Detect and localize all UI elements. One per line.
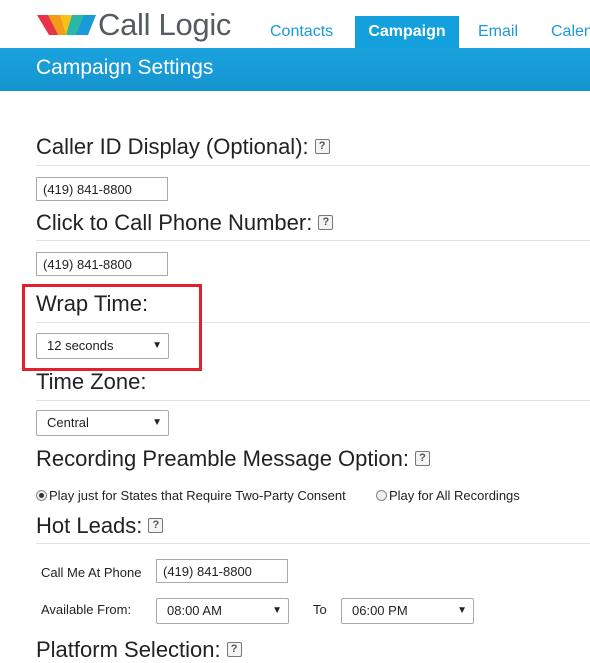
recording-preamble-heading: Recording Preamble Message Option:? [36, 446, 430, 472]
to-label: To [313, 602, 327, 617]
logo-text: Call Logic [98, 7, 232, 42]
click-to-call-input[interactable] [36, 252, 168, 276]
radio-button[interactable] [36, 490, 47, 501]
help-icon[interactable]: ? [148, 517, 164, 533]
available-to-value: 06:00 PM [352, 603, 408, 618]
caller-id-heading: Caller ID Display (Optional):? [36, 134, 330, 160]
page-title: Campaign Settings [36, 56, 214, 79]
radio-label: Play for All Recordings [389, 488, 520, 503]
time-zone-heading: Time Zone: [36, 369, 147, 394]
tab-campaign[interactable]: Campaign [355, 16, 459, 48]
top-bar: Call Logic Contacts Campaign Email Calen… [0, 0, 590, 48]
help-icon[interactable]: ? [226, 641, 242, 657]
dropdown-arrow-icon: ▼ [152, 417, 162, 428]
divider [36, 400, 590, 401]
available-from-label: Available From: [41, 602, 132, 617]
recording-preamble-label: Recording Preamble Message Option: [36, 446, 409, 471]
tab-email[interactable]: Email [478, 16, 518, 48]
caller-id-label: Caller ID Display (Optional): [36, 134, 309, 159]
divider [36, 322, 590, 323]
time-zone-select[interactable]: Central ▼ [36, 410, 169, 436]
dropdown-arrow-icon: ▼ [152, 340, 162, 351]
available-from-select[interactable]: 08:00 AM ▼ [156, 598, 289, 624]
platform-selection-label: Platform Selection: [36, 637, 221, 662]
time-zone-value: Central [47, 415, 89, 430]
help-icon[interactable]: ? [314, 138, 330, 154]
divider [36, 240, 590, 241]
available-to-select[interactable]: 06:00 PM ▼ [341, 598, 474, 624]
call-me-label: Call Me At Phone [41, 565, 142, 580]
platform-selection-heading: Platform Selection:? [36, 637, 242, 663]
radio-all-recordings[interactable]: Play for All Recordings [376, 488, 520, 503]
click-to-call-heading: Click to Call Phone Number:? [36, 210, 334, 236]
divider [36, 543, 590, 544]
call-me-phone-input[interactable] [156, 559, 288, 583]
hot-leads-heading: Hot Leads:? [36, 513, 164, 539]
wrap-time-value: 12 seconds [47, 338, 114, 353]
help-icon[interactable]: ? [318, 214, 334, 230]
help-icon[interactable]: ? [414, 450, 430, 466]
radio-button[interactable] [376, 490, 387, 501]
radio-two-party-consent[interactable]: Play just for States that Require Two-Pa… [36, 488, 346, 503]
divider [36, 165, 590, 166]
logo[interactable]: Call Logic [36, 8, 231, 42]
dropdown-arrow-icon: ▼ [457, 605, 467, 616]
click-to-call-label: Click to Call Phone Number: [36, 210, 313, 235]
caller-id-input[interactable] [36, 177, 168, 201]
tab-calendar[interactable]: Calendar [551, 16, 590, 48]
logo-icon [37, 15, 96, 35]
tab-contacts[interactable]: Contacts [270, 16, 333, 48]
radio-label: Play just for States that Require Two-Pa… [49, 488, 346, 503]
dropdown-arrow-icon: ▼ [272, 605, 282, 616]
page-header-bar: Campaign Settings [0, 48, 590, 91]
available-from-value: 08:00 AM [167, 603, 222, 618]
hot-leads-label: Hot Leads: [36, 513, 143, 538]
wrap-time-select[interactable]: 12 seconds ▼ [36, 333, 169, 359]
wrap-time-heading: Wrap Time: [36, 291, 149, 316]
